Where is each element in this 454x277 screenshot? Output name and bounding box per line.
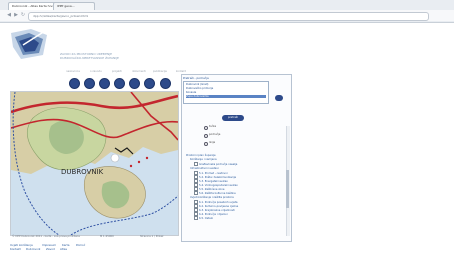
measure-icon[interactable]: [129, 78, 140, 89]
pan-icon[interactable]: [99, 78, 110, 89]
map-city-label: DUBROVNIK: [61, 168, 104, 176]
organization-title-line2: DUBROVAČKO-NERETVANSKE ŽUPANIJE: [60, 56, 119, 60]
tree-node[interactable]: 5.6. Zaštita kulturne baštine: [194, 191, 236, 195]
back-button[interactable]: ◀: [6, 12, 12, 18]
browser-tab-2[interactable]: IPPP geoa...: [53, 2, 95, 10]
menu-item-projekti[interactable]: projekti: [112, 70, 122, 73]
panel-title: Pretraži - područja: [183, 76, 209, 80]
layer-tree: Prostorni plan županije Korištenje i nam…: [186, 154, 286, 238]
browser-tab-label: Dubrovnik - Atlas Karta hrv...: [12, 4, 56, 8]
browser-tab-1[interactable]: Dubrovnik - Atlas Karta hrv...: [8, 2, 58, 10]
map-canvas[interactable]: DUBROVNIK: [11, 92, 178, 235]
browser-chrome: Dubrovnik - Atlas Karta hrv... IPPP geoa…: [0, 0, 454, 23]
url-text: dpp.hr/atlas/karta/javno_prikazi.html: [33, 14, 89, 18]
address-bar[interactable]: dpp.hr/atlas/karta/javno_prikazi.html: [28, 12, 429, 21]
tree-node[interactable]: Prostorni plan županije: [186, 154, 216, 157]
back-icon: ◀: [7, 12, 11, 18]
radio-label: točka: [209, 125, 217, 128]
layer-checkbox[interactable]: [194, 162, 198, 166]
radio-linija[interactable]: [204, 142, 208, 146]
radio-label: područje: [209, 133, 221, 136]
reload-button[interactable]: ↻: [20, 12, 26, 18]
tree-node[interactable]: 6.5. Ostalo: [194, 216, 213, 220]
tree-node[interactable]: Korištenje i namjena: [190, 158, 217, 161]
info-icon[interactable]: [114, 78, 125, 89]
list-item[interactable]: Dubrovačko primorje: [186, 87, 213, 90]
zoom-out-icon[interactable]: [84, 78, 95, 89]
radio-tocka[interactable]: [204, 126, 208, 130]
organization-title: ZAVOD ZA PROSTORNO UREĐENJE DUBROVAČKO-N…: [60, 52, 190, 60]
list-item[interactable]: Dubrovnik (Grad): [186, 83, 208, 86]
layer-checkbox[interactable]: [194, 191, 198, 195]
map-view[interactable]: DUBROVNIK: [10, 91, 179, 236]
go-button[interactable]: [275, 95, 283, 101]
list-item[interactable]: Konavle: [186, 91, 196, 94]
list-item-selected[interactable]: Župa dubrovačka: [186, 95, 266, 98]
zoom-in-icon[interactable]: [69, 78, 80, 89]
layer-checkbox[interactable]: [194, 216, 198, 220]
menu-item-dokumenti[interactable]: dokumenti: [132, 70, 146, 73]
footer-link[interactable]: Kontakt: [10, 247, 21, 251]
tree-node-label: 6.5. Ostalo: [199, 217, 214, 220]
browser-tab-label: IPPP geoa...: [57, 4, 75, 8]
menu-item-o-zavodu[interactable]: o zavodu: [90, 70, 102, 73]
tree-node[interactable]: Građevinska područja naselja: [194, 162, 237, 166]
map-copyright: © DPP Dubrovnik 2011 - karta - sva prava…: [12, 235, 80, 238]
menu-item-naslovnica[interactable]: naslovnica: [66, 70, 80, 73]
radio-podrucje[interactable]: [204, 134, 208, 138]
tree-node[interactable]: Uvjeti korištenja i zaštite prostora: [190, 196, 234, 199]
tree-node-label: Građevinska područja naselja: [199, 163, 238, 166]
reload-icon: ↻: [20, 12, 26, 18]
footer-link[interactable]: Atlas: [60, 247, 67, 251]
radio-label: linija: [209, 141, 216, 144]
print-icon[interactable]: [144, 78, 155, 89]
help-icon[interactable]: [160, 78, 171, 89]
map-scale: M 1:25000: [100, 235, 114, 238]
zavod-logo: [9, 25, 51, 63]
menu-item-publikacije[interactable]: publikacije: [153, 70, 167, 73]
search-button[interactable]: pretraži: [222, 115, 244, 121]
menu-item-kontakt[interactable]: kontakt: [176, 70, 186, 73]
tree-node[interactable]: Infrastrukturni sustavi: [190, 167, 219, 170]
area-listbox[interactable]: Dubrovnik (Grad) Dubrovačko primorje Kon…: [183, 81, 269, 104]
footer-link[interactable]: Dubrovnik: [26, 247, 40, 251]
footer-link[interactable]: Zavod: [46, 247, 55, 251]
map-page-info: Stranica 1 / Prikaz: [140, 235, 164, 238]
forward-icon: ▶: [14, 12, 18, 18]
panel-scrollbar-thumb[interactable]: [286, 170, 289, 208]
footer-link[interactable]: Pomoć: [76, 243, 85, 247]
forward-button[interactable]: ▶: [13, 12, 19, 18]
search-button-label: pretraži: [227, 116, 238, 119]
tree-node-label: 5.6. Zaštita kulturne baštine: [199, 192, 236, 195]
